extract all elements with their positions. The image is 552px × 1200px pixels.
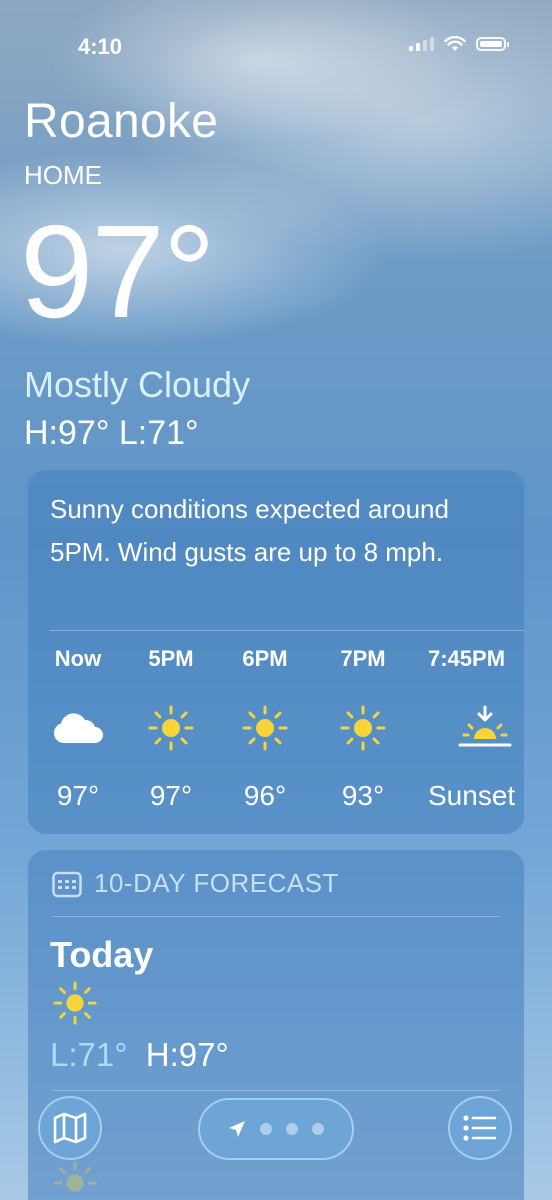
forecast-summary: Sunny conditions expected around 5PM. Wi… bbox=[50, 494, 449, 567]
hour-temperature: 93° bbox=[341, 780, 385, 811]
day-temperature-range: L:71° H:97° bbox=[50, 1036, 229, 1074]
hour-label-text: 5PM bbox=[148, 646, 194, 671]
sun-icon bbox=[340, 705, 386, 751]
divider bbox=[52, 1090, 500, 1091]
hour-label: 5PM bbox=[126, 646, 216, 672]
divider bbox=[52, 916, 500, 917]
sun-icon bbox=[53, 981, 97, 1025]
sun-icon bbox=[242, 705, 288, 751]
hour-temperature: 97° bbox=[56, 780, 100, 811]
next-day-sun-icon bbox=[52, 1160, 98, 1200]
forecast-header: 10-DAY FORECAST bbox=[52, 868, 339, 899]
sunset-icon bbox=[458, 705, 512, 747]
divider bbox=[50, 630, 524, 631]
wifi-icon bbox=[444, 36, 466, 51]
location-pager[interactable] bbox=[198, 1098, 354, 1160]
status-icons bbox=[409, 36, 509, 52]
hourly-forecast-card[interactable]: Sunny conditions expected around 5PM. Wi… bbox=[28, 470, 524, 834]
current-condition: Mostly Cloudy bbox=[24, 364, 251, 405]
map-icon bbox=[53, 1112, 87, 1144]
hour-label-text: 6PM bbox=[242, 646, 288, 671]
signal-icon bbox=[409, 37, 434, 51]
hour-temperature: Sunset bbox=[428, 780, 516, 811]
hour-label-text: 7:45PM bbox=[428, 646, 506, 671]
location-arrow-icon bbox=[229, 1121, 245, 1137]
hour-label: 6PM bbox=[220, 646, 310, 672]
calendar-icon bbox=[52, 871, 82, 897]
hour-column: 7PM 93° bbox=[318, 646, 408, 812]
hour-temperature: 96° bbox=[243, 780, 287, 811]
map-button[interactable] bbox=[38, 1096, 102, 1160]
current-temperature: 97° bbox=[20, 198, 216, 345]
hour-label: Now bbox=[54, 646, 102, 671]
hour-column: 5PM 97° bbox=[126, 646, 216, 812]
page-dot[interactable] bbox=[312, 1123, 324, 1135]
hour-label: 7:45PM bbox=[428, 646, 524, 672]
hour-temperature: 97° bbox=[149, 780, 193, 811]
city-name: Roanoke bbox=[24, 95, 219, 148]
hour-column: Now 97° bbox=[33, 646, 123, 812]
hour-label-text: 7PM bbox=[340, 646, 386, 671]
sun-icon bbox=[148, 705, 194, 751]
high-low-temperature: H:97° L:71° bbox=[24, 414, 199, 452]
hour-column: 7:45PM Sunset bbox=[428, 646, 524, 812]
page-dot[interactable] bbox=[286, 1123, 298, 1135]
cloud-icon bbox=[53, 713, 103, 743]
status-time: 4:10 bbox=[78, 34, 123, 59]
forecast-title: 10-DAY FORECAST bbox=[94, 868, 339, 898]
page-dot[interactable] bbox=[260, 1123, 272, 1135]
city-list-button[interactable] bbox=[448, 1096, 512, 1160]
list-icon bbox=[463, 1115, 497, 1141]
hour-column: 6PM 96° bbox=[220, 646, 310, 812]
day-low-temperature: L:71° bbox=[50, 1036, 128, 1073]
battery-icon bbox=[476, 37, 509, 51]
location-label: HOME bbox=[24, 160, 102, 190]
hour-label: 7PM bbox=[318, 646, 408, 672]
day-high-temperature: H:97° bbox=[145, 1036, 229, 1073]
day-name: Today bbox=[50, 934, 154, 975]
